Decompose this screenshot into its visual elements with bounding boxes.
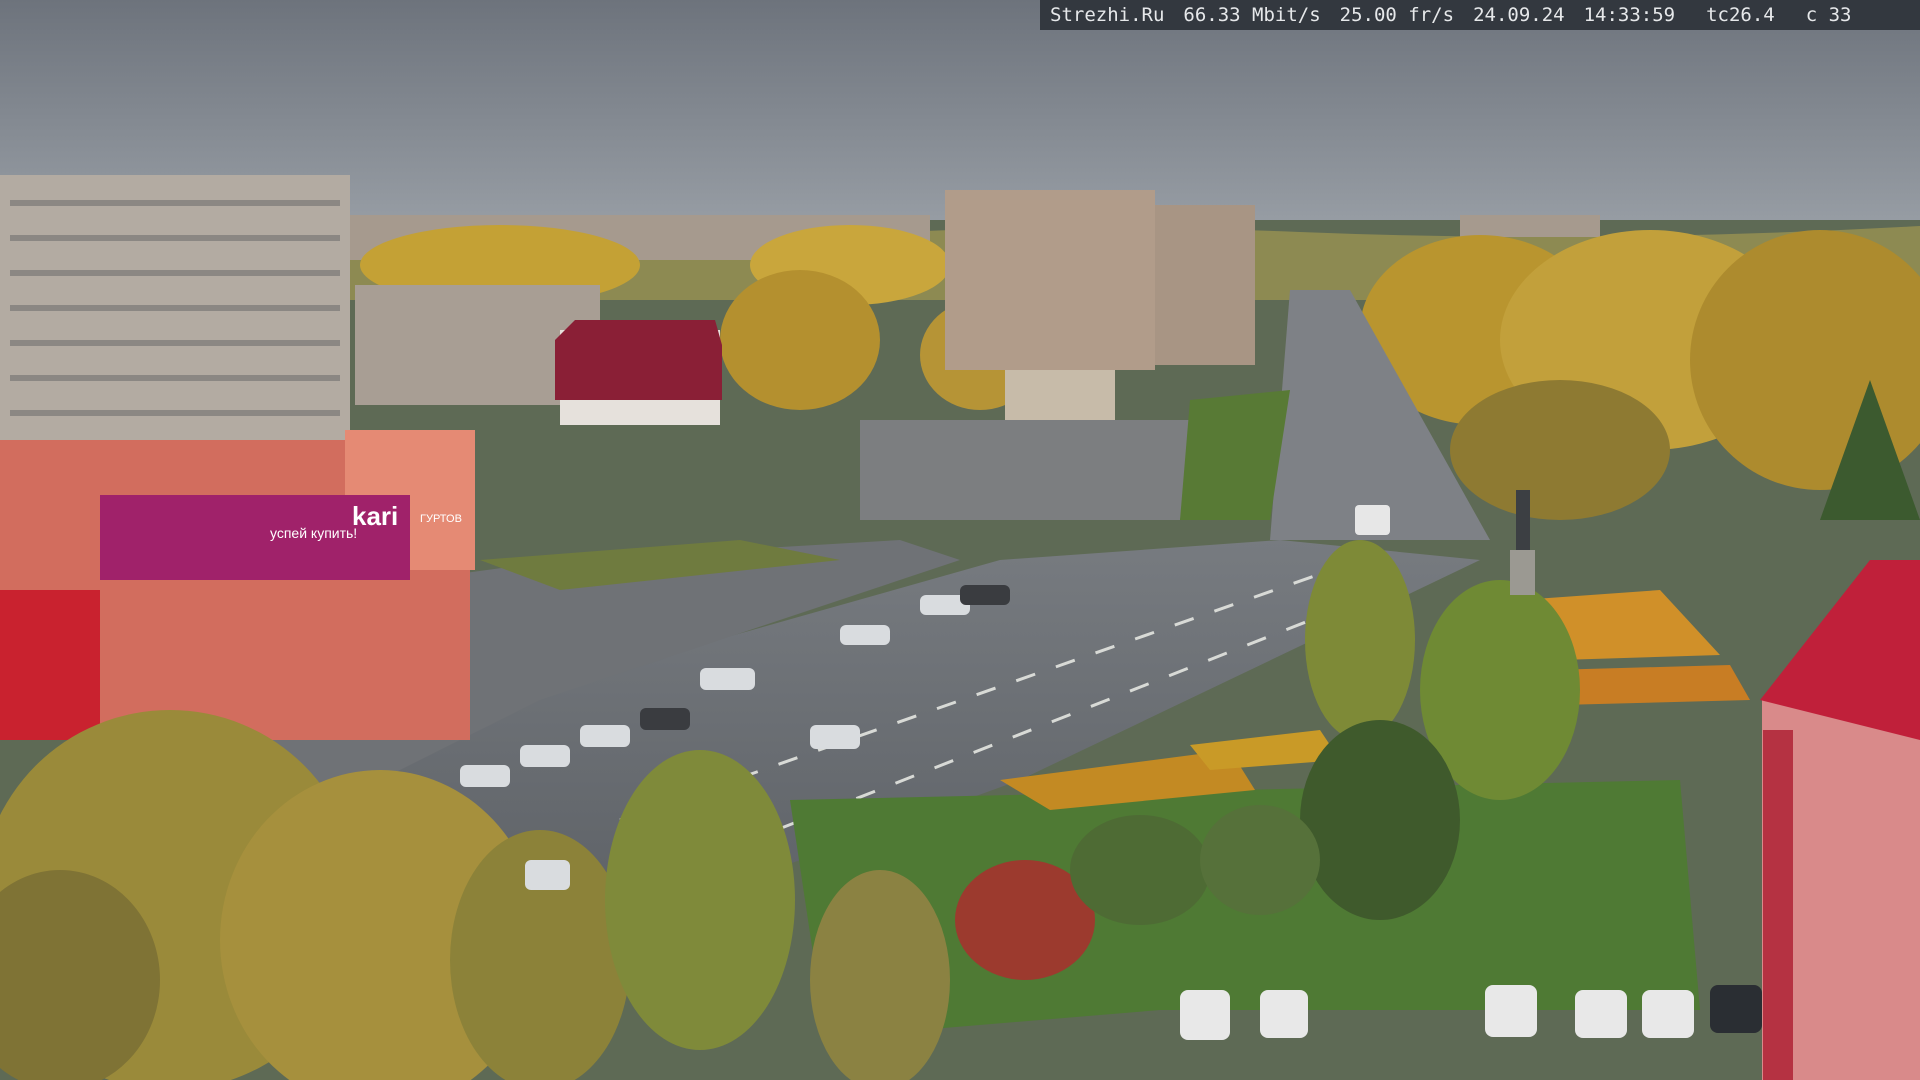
red-roof <box>555 320 722 400</box>
street-scene: kari успей купить! ГУРТОВ <box>0 0 1920 1080</box>
tower-building-side <box>1155 205 1255 365</box>
osd-site: Strezhi.Ru <box>1050 4 1165 26</box>
osd-bitrate: 66.33 Mbit/s <box>1183 4 1321 26</box>
monument <box>1510 550 1535 595</box>
red-facade <box>0 590 100 740</box>
camera-overlay: Strezhi.Ru 66.33 Mbit/s 25.00 fr/s 24.09.24… <box>1040 0 1920 30</box>
osd-framerate: 25.00 fr/s <box>1339 4 1455 26</box>
shop-sign: ГУРТОВ <box>420 513 462 525</box>
plaza <box>860 420 1200 520</box>
camera-view: kari успей купить! ГУРТОВ <box>0 0 1920 1080</box>
kari-sign: kari <box>352 501 398 531</box>
small-building <box>1005 370 1115 420</box>
osd-cam: c 33 <box>1805 4 1852 26</box>
tower-building <box>945 190 1155 370</box>
kari-slogan: успей купить! <box>270 525 357 541</box>
flowerbed-4 <box>1550 665 1750 705</box>
osd-temp: tc26.4 <box>1706 4 1775 26</box>
osd-date: 24.09.24 <box>1473 4 1565 26</box>
storefront-building <box>0 430 475 740</box>
osd-time: 14:33:59 <box>1583 4 1676 26</box>
monument-figure <box>1516 490 1530 550</box>
